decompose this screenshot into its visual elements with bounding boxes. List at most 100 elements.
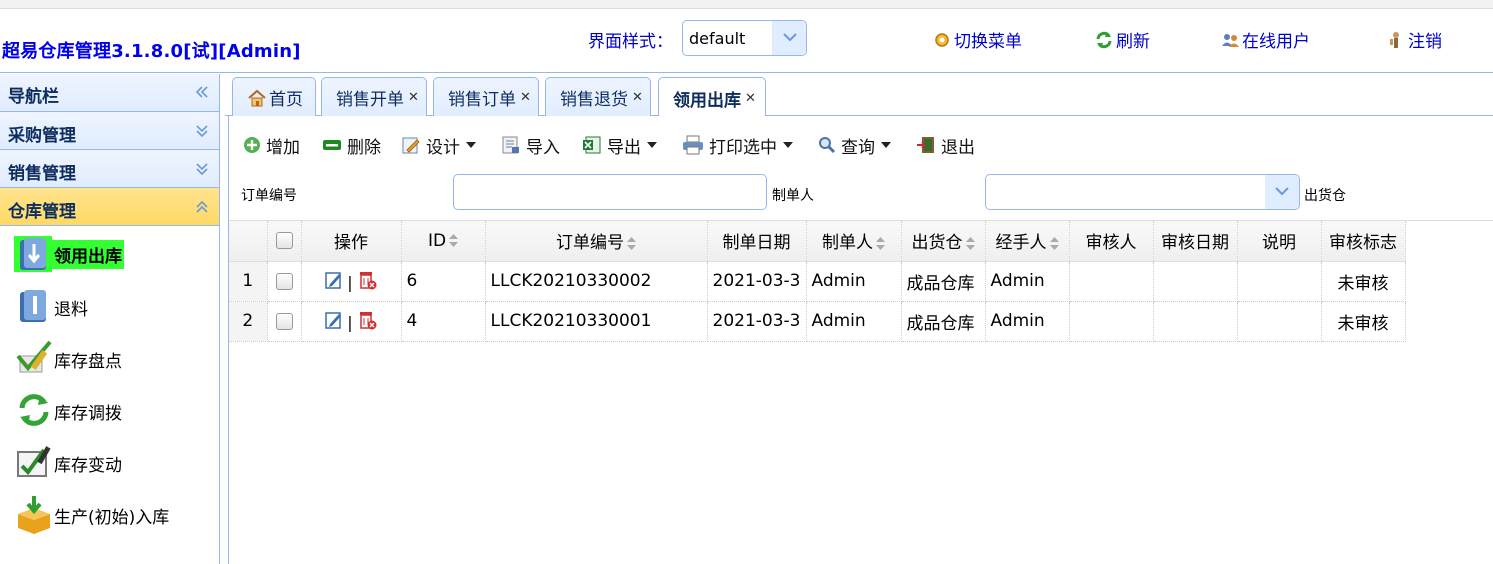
row-number: 2: [229, 301, 268, 342]
search-icon: [819, 137, 836, 154]
col-header-note[interactable]: 说明: [1237, 221, 1322, 262]
select-all-checkbox[interactable]: [267, 221, 302, 262]
checkbox-box[interactable]: [275, 232, 293, 250]
tab-sales-return[interactable]: 销售退货 ✕: [545, 77, 651, 117]
refresh-button[interactable]: 刷新: [1094, 27, 1150, 52]
row-checkbox[interactable]: [267, 301, 302, 342]
import-button[interactable]: 导入: [501, 133, 560, 158]
tab-bar: 首页 销售开单 ✕ 销售订单 ✕ 销售退货 ✕ 领用出库 ✕: [225, 74, 1493, 118]
col-header-audit-date[interactable]: 审核日期: [1153, 221, 1238, 262]
expand-down-icon[interactable]: [195, 162, 209, 180]
import-icon: [502, 136, 519, 154]
close-icon[interactable]: ✕: [745, 91, 756, 106]
tab-sales-billing[interactable]: 销售开单 ✕: [321, 77, 427, 117]
col-header-audit-flag[interactable]: 审核标志: [1321, 221, 1406, 262]
collapse-up-icon[interactable]: [195, 200, 209, 218]
col-header-ops: 操作: [301, 221, 402, 262]
warehouse-label: 出货仓: [1304, 188, 1346, 204]
sidebar-item-stock-change[interactable]: 库存变动: [0, 434, 219, 486]
excel-export-icon: [583, 136, 601, 154]
sidebar-item-stock-transfer[interactable]: 库存调拨: [0, 382, 219, 434]
sidebar-section-warehouse[interactable]: 仓库管理: [0, 188, 219, 226]
chevron-down-icon[interactable]: [772, 21, 806, 55]
sort-icon: [965, 236, 975, 250]
cell-maker: Admin: [806, 301, 902, 342]
tab-stock-out[interactable]: 领用出库 ✕: [658, 77, 766, 118]
export-button[interactable]: 导出: [582, 133, 662, 158]
print-selected-button[interactable]: 打印选中: [682, 133, 798, 158]
tab-sales-order[interactable]: 销售订单 ✕: [433, 77, 539, 117]
close-icon[interactable]: ✕: [520, 90, 531, 105]
online-users-button[interactable]: 在线用户: [1220, 27, 1310, 52]
toolbar: 增加 删除 设计 导入 导出 打印选中 查询 退出: [243, 132, 975, 158]
cell-id: 6: [401, 261, 486, 302]
theme-select[interactable]: default: [682, 20, 807, 56]
delete-trash-icon[interactable]: [356, 269, 378, 291]
row-ops: |: [301, 301, 402, 342]
cell-handler: Admin: [985, 261, 1070, 302]
col-header-date[interactable]: 制单日期: [707, 221, 807, 262]
chevron-down-icon[interactable]: [1265, 175, 1299, 209]
sidebar-section-sales[interactable]: 销售管理: [0, 150, 219, 188]
edit-icon[interactable]: [324, 310, 344, 330]
sort-icon: [627, 236, 636, 250]
sidebar-item-label: 库存调拨: [54, 404, 122, 424]
dropdown-caret-icon: [783, 142, 793, 148]
grid-header-row: 操作 ID 订单编号 制单日期 制单人 出货仓 经手人 审核人 审核日期 说明 …: [229, 221, 1406, 262]
table-row[interactable]: 1 | 6 LLCK20210330002 2021-03-3 Admin 成品…: [229, 261, 1406, 302]
logout-label: 注销: [1408, 32, 1442, 52]
nav-panel-header[interactable]: 导航栏: [0, 74, 219, 112]
col-header-auditor[interactable]: 审核人: [1069, 221, 1154, 262]
stock-in-icon: [18, 496, 50, 534]
delete-trash-icon[interactable]: [356, 309, 378, 331]
delete-button[interactable]: 删除: [322, 133, 381, 158]
exit-button[interactable]: 退出: [916, 133, 975, 158]
col-header-warehouse[interactable]: 出货仓: [901, 221, 986, 262]
switch-menu-button[interactable]: 切换菜单: [932, 27, 1022, 52]
maker-select[interactable]: [985, 174, 1300, 210]
cell-note: [1237, 261, 1322, 302]
exit-door-icon: [917, 137, 934, 153]
delete-label: 删除: [347, 137, 381, 158]
stock-out-table: 操作 ID 订单编号 制单日期 制单人 出货仓 经手人 审核人 审核日期 说明 …: [229, 221, 1406, 342]
order-no-input[interactable]: [453, 174, 767, 210]
logout-button[interactable]: 注销: [1386, 27, 1442, 52]
import-label: 导入: [526, 137, 560, 158]
add-button[interactable]: 增加: [243, 133, 300, 158]
filter-bar: 订单编号 制单人 出货仓: [229, 172, 1493, 212]
cell-note: [1237, 301, 1322, 342]
sidebar-section-purchase[interactable]: 采购管理: [0, 112, 219, 150]
col-header-order-no[interactable]: 订单编号: [485, 221, 708, 262]
sidebar: 导航栏 采购管理 销售管理 仓库管理 领用出库 退料 库存盘点 库存调拨 库存变…: [0, 74, 220, 564]
col-header-id[interactable]: ID: [401, 221, 486, 262]
close-icon[interactable]: ✕: [632, 90, 643, 105]
sidebar-item-stock-in[interactable]: 生产(初始)入库: [0, 486, 219, 538]
sidebar-item-inventory-check[interactable]: 库存盘点: [0, 330, 219, 382]
table-row[interactable]: 2 | 4 LLCK20210330001 2021-03-3 Admin 成品…: [229, 301, 1406, 342]
row-number: 1: [229, 261, 268, 302]
cell-audit-date: [1153, 301, 1238, 342]
tab-home[interactable]: 首页: [232, 77, 316, 117]
row-checkbox[interactable]: [267, 261, 302, 302]
warehouse-menu-list: 领用出库 退料 库存盘点 库存调拨 库存变动 生产(初始)入库: [0, 226, 219, 538]
design-button[interactable]: 设计: [401, 133, 481, 158]
sidebar-item-return-material[interactable]: 退料: [0, 278, 219, 330]
edit-icon[interactable]: [324, 270, 344, 290]
cell-date: 2021-03-3: [707, 261, 807, 302]
col-header-handler[interactable]: 经手人: [985, 221, 1070, 262]
collapse-left-icon[interactable]: [195, 86, 209, 102]
col-header-maker[interactable]: 制单人: [806, 221, 902, 262]
cell-auditor: [1069, 301, 1154, 342]
tab-label: 领用出库: [673, 90, 741, 111]
checkbox-box[interactable]: [275, 272, 293, 290]
query-button[interactable]: 查询: [818, 133, 896, 158]
expand-down-icon[interactable]: [195, 124, 209, 142]
dropdown-caret-icon: [647, 142, 657, 148]
sidebar-item-label: 领用出库: [52, 240, 124, 269]
checkbox-box[interactable]: [275, 312, 293, 330]
sidebar-item-stock-out[interactable]: 领用出库: [0, 226, 219, 278]
cell-id: 4: [401, 301, 486, 342]
cell-order-no: LLCK20210330002: [485, 261, 708, 302]
close-icon[interactable]: ✕: [408, 90, 419, 105]
theme-label: 界面样式：: [588, 32, 673, 52]
